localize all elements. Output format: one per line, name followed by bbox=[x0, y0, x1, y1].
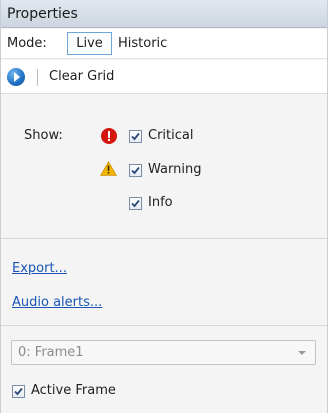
chevron-down-icon[interactable] bbox=[298, 351, 306, 355]
warning-label: Warning bbox=[148, 162, 202, 177]
toolbar-separator bbox=[37, 69, 38, 86]
clear-grid-button[interactable]: Clear Grid bbox=[49, 69, 114, 84]
mode-historic-tab[interactable]: Historic bbox=[118, 36, 167, 51]
panel-title: Properties bbox=[1, 0, 327, 28]
show-filters-section: Show: Critical Warning Info bbox=[1, 94, 327, 239]
properties-panel: Properties Mode: Live Historic Clear Gri… bbox=[0, 0, 328, 413]
show-label: Show: bbox=[24, 128, 63, 143]
critical-label: Critical bbox=[148, 128, 194, 143]
export-link[interactable]: Export... bbox=[12, 261, 67, 276]
toolbar: Clear Grid bbox=[1, 60, 327, 94]
warning-checkbox[interactable] bbox=[129, 164, 142, 177]
links-section: Export... Audio alerts... bbox=[1, 239, 327, 326]
info-label: Info bbox=[148, 195, 173, 210]
warning-icon bbox=[100, 161, 117, 176]
active-frame-label: Active Frame bbox=[31, 383, 116, 398]
mode-label: Mode: bbox=[7, 36, 47, 51]
frame-dropdown-value: 0: Frame1 bbox=[18, 345, 84, 360]
frame-dropdown[interactable]: 0: Frame1 bbox=[11, 340, 316, 365]
play-circle-icon[interactable] bbox=[7, 68, 25, 86]
error-icon bbox=[101, 128, 117, 144]
active-frame-checkbox[interactable] bbox=[12, 385, 25, 398]
audio-alerts-link[interactable]: Audio alerts... bbox=[12, 295, 102, 310]
mode-live-tab[interactable]: Live bbox=[67, 32, 112, 55]
mode-row: Mode: Live Historic bbox=[1, 29, 327, 59]
critical-checkbox[interactable] bbox=[129, 130, 142, 143]
info-checkbox[interactable] bbox=[129, 197, 142, 210]
